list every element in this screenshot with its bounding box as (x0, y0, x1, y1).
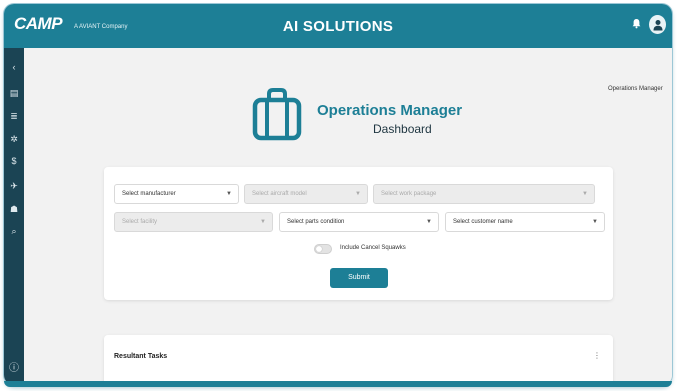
chevron-down-icon: ▼ (582, 191, 588, 197)
parts-condition-select[interactable]: Select parts condition ▼ (279, 212, 439, 232)
customer-name-select[interactable]: Select customer name ▼ (445, 212, 605, 232)
top-bar: CAMP A AVIANT Company AI SOLUTIONS (4, 4, 672, 48)
resultant-tasks-card: Resultant Tasks ⋮ (104, 335, 613, 385)
include-cancel-squawks-toggle[interactable] (314, 244, 332, 254)
collapse-icon[interactable]: ‹ (4, 62, 24, 72)
aircraft-model-select: Select aircraft model ▼ (244, 184, 368, 204)
bell-icon[interactable] (632, 18, 641, 32)
info-icon[interactable]: ⓘ (4, 364, 24, 374)
dashboard-title: Operations Manager (317, 102, 463, 119)
person-icon[interactable]: ☗ (4, 204, 24, 214)
resultant-tasks-title: Resultant Tasks (114, 353, 168, 360)
manufacturer-select[interactable]: Select manufacturer ▼ (114, 184, 239, 204)
aircraft-model-select-text: Select aircraft model (252, 191, 307, 197)
list-icon[interactable]: ≣ (4, 111, 24, 121)
chevron-down-icon: ▼ (260, 219, 266, 225)
dashboard-icon[interactable]: ▤ (4, 88, 24, 98)
dollar-icon[interactable]: $ (4, 156, 24, 166)
parts-condition-select-text: Select parts condition (287, 219, 345, 225)
customer-name-select-text: Select customer name (453, 219, 513, 225)
filter-card: Select manufacturer ▼ Select aircraft mo… (104, 167, 613, 300)
chevron-down-icon: ▼ (592, 219, 598, 225)
search-icon[interactable]: ⌕ (4, 226, 24, 236)
user-role-label: Operations Manager (608, 86, 663, 92)
work-package-select-text: Select work package (381, 191, 437, 197)
work-package-select: Select work package ▼ (373, 184, 595, 204)
briefcase-icon (252, 86, 302, 142)
facility-select: Select facility ▼ (114, 212, 273, 232)
facility-select-text: Select facility (122, 219, 158, 225)
frame-bottom-edge (4, 381, 672, 387)
submit-button[interactable]: Submit (330, 268, 388, 288)
sidebar: ‹ ▤ ≣ ✲ $ ✈ ☗ ⌕ ⓘ (4, 48, 24, 385)
include-cancel-squawks-label: Include Cancel Squawks (340, 245, 406, 251)
main-content: Operations Manager Operations Manager Da… (24, 48, 672, 385)
more-options-icon[interactable]: ⋮ (593, 351, 601, 360)
manufacturer-select-text: Select manufacturer (122, 191, 176, 197)
chevron-down-icon: ▼ (226, 191, 232, 197)
dashboard-subtitle: Dashboard (373, 122, 432, 136)
chevron-down-icon: ▼ (355, 191, 361, 197)
aircraft-icon[interactable]: ✈ (4, 181, 24, 191)
app-window: CAMP A AVIANT Company AI SOLUTIONS ‹ ▤ ≣… (4, 4, 672, 385)
settings-icon[interactable]: ✲ (4, 134, 24, 144)
app-title: AI SOLUTIONS (282, 18, 394, 35)
chevron-down-icon: ▼ (426, 219, 432, 225)
user-avatar-icon[interactable] (649, 15, 666, 34)
